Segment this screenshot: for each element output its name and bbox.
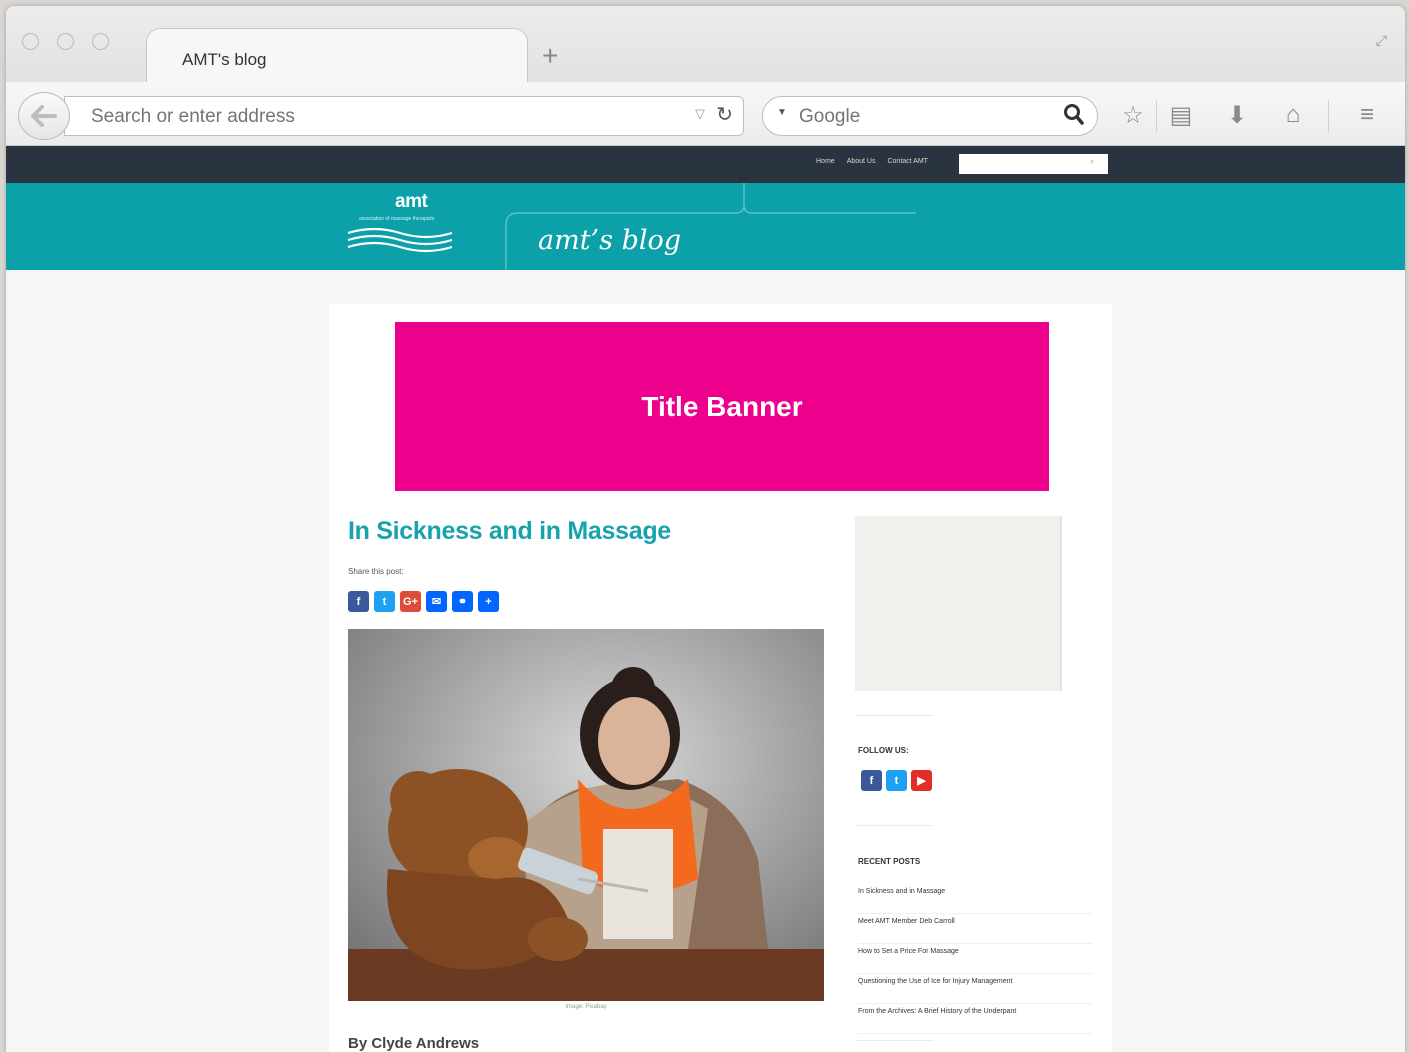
tab-title: AMT's blog (182, 50, 267, 69)
menu-icon[interactable]: ≡ (1352, 100, 1382, 130)
search-bar[interactable]: ▼ (762, 96, 1098, 136)
back-arrow-icon (31, 105, 57, 127)
browser-window: AMT's blog + ⤢ ▽ ↻ ▼ ☆ ▤ ⬇ ⌂ ≡ (6, 6, 1405, 1052)
nav-link-contact[interactable]: Contact AMT (887, 158, 927, 165)
recent-post-link[interactable]: Meet AMT Member Deb Carroll (858, 914, 1093, 944)
follow-facebook-icon[interactable]: f (861, 770, 882, 791)
tab-strip: AMT's blog + ⤢ (6, 6, 1405, 85)
site-search-icon[interactable]: ⌕ (1090, 157, 1094, 167)
site-search-input[interactable] (959, 154, 1108, 174)
search-input[interactable] (797, 103, 1051, 131)
sidebar-divider (856, 825, 934, 826)
post-byline: By Clyde Andrews (348, 1035, 480, 1052)
sidebar-divider (856, 1040, 934, 1041)
search-engine-dropdown-icon[interactable]: ▼ (777, 107, 787, 118)
share-buttons: f t G+ ✉ ⚭ + (348, 591, 499, 612)
back-button[interactable] (18, 92, 70, 140)
fullscreen-icon[interactable]: ⤢ (1376, 32, 1387, 49)
download-icon[interactable]: ⬇ (1222, 100, 1252, 130)
close-window-button[interactable] (22, 33, 39, 50)
title-banner-text: Title Banner (641, 390, 803, 422)
share-google-plus-icon[interactable]: G+ (400, 591, 421, 612)
share-twitter-icon[interactable]: t (374, 591, 395, 612)
home-icon[interactable]: ⌂ (1278, 100, 1308, 130)
toolbar-divider (1328, 100, 1329, 132)
blog-name[interactable]: amt’s blog (538, 225, 681, 256)
reading-list-icon[interactable]: ▤ (1166, 100, 1196, 130)
follow-youtube-icon[interactable]: ▶ (911, 770, 932, 791)
site-header: amt association of massage therapists am… (6, 183, 1405, 270)
recent-post-link[interactable]: In Sickness and in Massage (858, 884, 1093, 914)
site-nav: Home About Us Contact AMT (816, 158, 928, 165)
maximize-window-button[interactable] (92, 33, 109, 50)
nav-link-home[interactable]: Home (816, 158, 835, 165)
logo-subtitle: association of massage therapists (359, 216, 435, 222)
site-logo[interactable]: amt (395, 191, 428, 213)
share-link-icon[interactable]: ⚭ (452, 591, 473, 612)
share-email-icon[interactable]: ✉ (426, 591, 447, 612)
follow-buttons: f t ▶ (861, 770, 932, 791)
share-label: Share this post: (348, 567, 404, 576)
sidebar-divider (856, 715, 934, 716)
sick-woman-with-teddy-bear-image (348, 629, 824, 1001)
dropdown-icon[interactable]: ▽ (695, 106, 705, 122)
main-content: Title Banner In Sickness and in Massage … (329, 304, 1112, 1052)
post-image (348, 629, 824, 1001)
toolbar-divider (1156, 100, 1157, 132)
star-icon[interactable]: ☆ (1118, 100, 1148, 130)
follow-heading: FOLLOW US: (858, 746, 909, 755)
address-input[interactable] (89, 103, 653, 131)
site-top-bar: Home About Us Contact AMT ⌕ (6, 146, 1405, 183)
share-facebook-icon[interactable]: f (348, 591, 369, 612)
follow-twitter-icon[interactable]: t (886, 770, 907, 791)
recent-posts-list: In Sickness and in Massage Meet AMT Memb… (858, 884, 1093, 1034)
web-page: Home About Us Contact AMT ⌕ amt associat… (6, 146, 1405, 1052)
minimize-window-button[interactable] (57, 33, 74, 50)
recent-post-link[interactable]: From the Archives: A Brief History of th… (858, 1004, 1093, 1034)
nav-link-about[interactable]: About Us (847, 158, 876, 165)
sidebar-ad-placeholder (855, 516, 1062, 691)
search-icon[interactable] (1063, 103, 1085, 127)
recent-posts-heading: RECENT POSTS (858, 857, 921, 866)
new-tab-button[interactable]: + (542, 42, 558, 70)
address-bar[interactable]: ▽ ↻ (64, 96, 744, 136)
navigation-bar: ▽ ↻ ▼ ☆ ▤ ⬇ ⌂ ≡ (6, 82, 1405, 146)
post-title[interactable]: In Sickness and in Massage (348, 517, 671, 546)
image-caption: Image: Pixabay (565, 1004, 607, 1010)
title-banner: Title Banner (395, 322, 1049, 491)
recent-post-link[interactable]: Questioning the Use of Ice for Injury Ma… (858, 974, 1093, 1004)
logo-waves-icon (347, 227, 453, 253)
reload-icon[interactable]: ↻ (716, 102, 733, 127)
recent-post-link[interactable]: How to Set a Price For Massage (858, 944, 1093, 974)
share-more-icon[interactable]: + (478, 591, 499, 612)
